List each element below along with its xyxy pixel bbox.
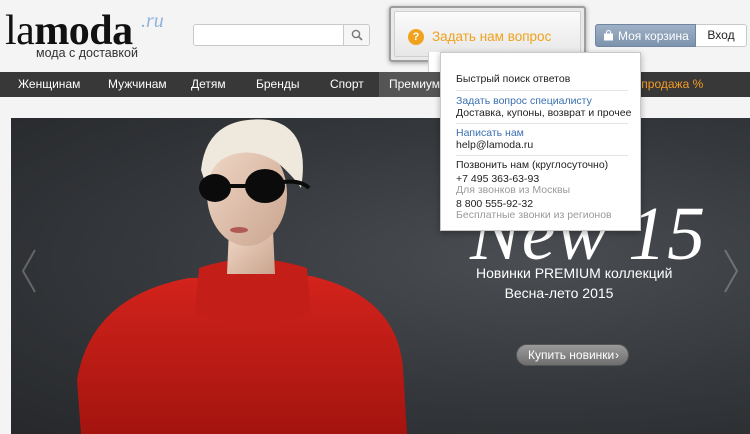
logo-la: la <box>5 8 35 54</box>
dropdown-divider <box>456 123 628 124</box>
model-photo <box>77 119 407 434</box>
ask-question-inner: ? Задать нам вопрос <box>394 11 581 57</box>
support-email[interactable]: help@lamoda.ru <box>456 139 533 151</box>
cart-button[interactable]: Моя корзина <box>595 24 696 47</box>
shop-new-label: Купить новинки <box>528 348 615 362</box>
help-dropdown: Быстрый поиск ответов Задать вопрос спец… <box>440 52 641 231</box>
site-logo[interactable]: lamoda .ru мода с доставкой <box>5 8 175 62</box>
search-icon <box>351 29 363 41</box>
phone-regions-note: Бесплатные звонки из регионов <box>456 209 612 221</box>
phone-moscow-note: Для звонков из Москвы <box>456 184 571 196</box>
call-us-label: Позвонить нам (круглосуточно) <box>456 159 609 171</box>
chevron-left-icon[interactable] <box>19 246 39 296</box>
chevron-right-icon[interactable] <box>721 246 741 296</box>
banner-subtitle-line2: Весна-лето 2015 <box>504 285 614 301</box>
ask-specialist-desc: Доставка, купоны, возврат и прочее <box>456 107 632 119</box>
ask-specialist-link[interactable]: Задать вопрос специалисту <box>456 95 592 107</box>
search-box <box>193 24 370 46</box>
ask-question-label: Задать нам вопрос <box>432 29 552 44</box>
bag-icon <box>604 30 613 41</box>
search-input[interactable] <box>194 25 343 45</box>
dropdown-divider <box>456 155 628 156</box>
logo-tagline: мода с доставкой <box>36 46 138 60</box>
banner-subtitle-line1: Новинки PREMIUM коллекций <box>476 265 673 281</box>
login-button[interactable]: Вход <box>696 24 747 47</box>
cart-label: Моя корзина <box>618 29 689 43</box>
nav-item-kids[interactable]: Детям <box>191 72 226 97</box>
logo-suffix: .ru <box>141 10 164 32</box>
quick-search-link[interactable]: Быстрый поиск ответов <box>456 73 570 85</box>
nav-item-brands[interactable]: Бренды <box>256 72 299 97</box>
search-button[interactable] <box>343 25 369 45</box>
nav-item-sport[interactable]: Спорт <box>330 72 364 97</box>
chevron-right-icon: › <box>615 348 619 362</box>
shop-new-button[interactable]: Купить новинки › <box>516 344 629 366</box>
write-us-link[interactable]: Написать нам <box>456 127 524 139</box>
nav-item-men[interactable]: Мужчинам <box>108 72 167 97</box>
nav-item-women[interactable]: Женщинам <box>18 72 80 97</box>
question-icon: ? <box>408 29 424 45</box>
dropdown-divider <box>456 90 628 91</box>
